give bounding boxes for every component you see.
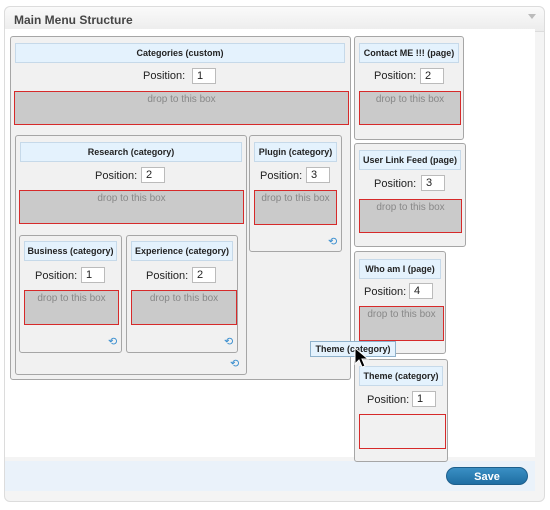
menu-box-business[interactable]: Business (category) Position: 1 drop to …: [19, 235, 122, 353]
menu-box-contact[interactable]: Contact ME !!! (page) Position: 2 drop t…: [354, 36, 464, 140]
position-label: Position:: [260, 170, 303, 182]
drop-zone[interactable]: drop to this box: [19, 190, 244, 224]
drop-zone[interactable]: drop to this box: [359, 199, 462, 233]
drop-zone[interactable]: drop to this box: [359, 91, 461, 125]
menu-box-experience[interactable]: Experience (category) Position: 2 drop t…: [126, 235, 238, 353]
menu-box-theme[interactable]: Theme (category) Position: 1: [354, 359, 448, 462]
box-title[interactable]: Experience (category): [131, 241, 233, 261]
drop-zone[interactable]: drop to this box: [254, 190, 337, 225]
refresh-icon[interactable]: ⟲: [328, 237, 337, 248]
drop-zone[interactable]: drop to this box: [359, 306, 444, 341]
position-input[interactable]: 2: [192, 267, 216, 283]
menu-box-plugin[interactable]: Plugin (category) Position: 3 drop to th…: [249, 135, 342, 252]
position-input[interactable]: 1: [192, 68, 216, 84]
box-title[interactable]: Research (category): [20, 142, 242, 162]
position-label: Position:: [35, 270, 78, 282]
position-input[interactable]: 1: [412, 391, 436, 407]
triangle-down-icon[interactable]: [528, 14, 536, 19]
position-input[interactable]: 4: [409, 283, 433, 299]
refresh-icon[interactable]: ⟲: [230, 359, 239, 370]
save-button[interactable]: Save: [446, 467, 528, 485]
position-label: Position:: [374, 178, 417, 190]
menu-box-whoami[interactable]: Who am I (page) Position: 4 drop to this…: [354, 251, 446, 354]
position-label: Position:: [146, 270, 189, 282]
drop-zone-empty[interactable]: [359, 414, 446, 449]
position-label: Position:: [367, 394, 410, 406]
position-input[interactable]: 2: [141, 167, 165, 183]
position-label: Position:: [374, 70, 417, 82]
panel-title: Main Menu Structure: [14, 13, 133, 27]
position-input[interactable]: 3: [306, 167, 330, 183]
position-input[interactable]: 2: [420, 68, 444, 84]
arrow-cursor-icon: [354, 347, 370, 368]
drop-zone[interactable]: drop to this box: [14, 91, 349, 125]
dragging-theme-item[interactable]: Theme (category): [310, 341, 396, 357]
position-input[interactable]: 3: [421, 175, 445, 191]
drop-zone[interactable]: drop to this box: [24, 290, 119, 325]
position-label: Position:: [143, 70, 186, 82]
drop-zone[interactable]: drop to this box: [131, 290, 237, 325]
box-title[interactable]: Who am I (page): [359, 259, 441, 279]
box-title[interactable]: Theme (category): [359, 366, 443, 386]
menu-box-userlink[interactable]: User Link Feed (page) Position: 3 drop t…: [354, 143, 466, 247]
box-title[interactable]: User Link Feed (page): [359, 150, 461, 170]
box-title[interactable]: Contact ME !!! (page): [359, 43, 459, 63]
position-label: Position:: [95, 170, 138, 182]
box-title[interactable]: Business (category): [24, 241, 117, 261]
position-input[interactable]: 1: [81, 267, 105, 283]
refresh-icon[interactable]: ⟲: [224, 337, 233, 348]
refresh-icon[interactable]: ⟲: [108, 337, 117, 348]
position-label: Position:: [364, 286, 407, 298]
box-title[interactable]: Categories (custom): [15, 43, 345, 63]
box-title[interactable]: Plugin (category): [254, 142, 337, 162]
